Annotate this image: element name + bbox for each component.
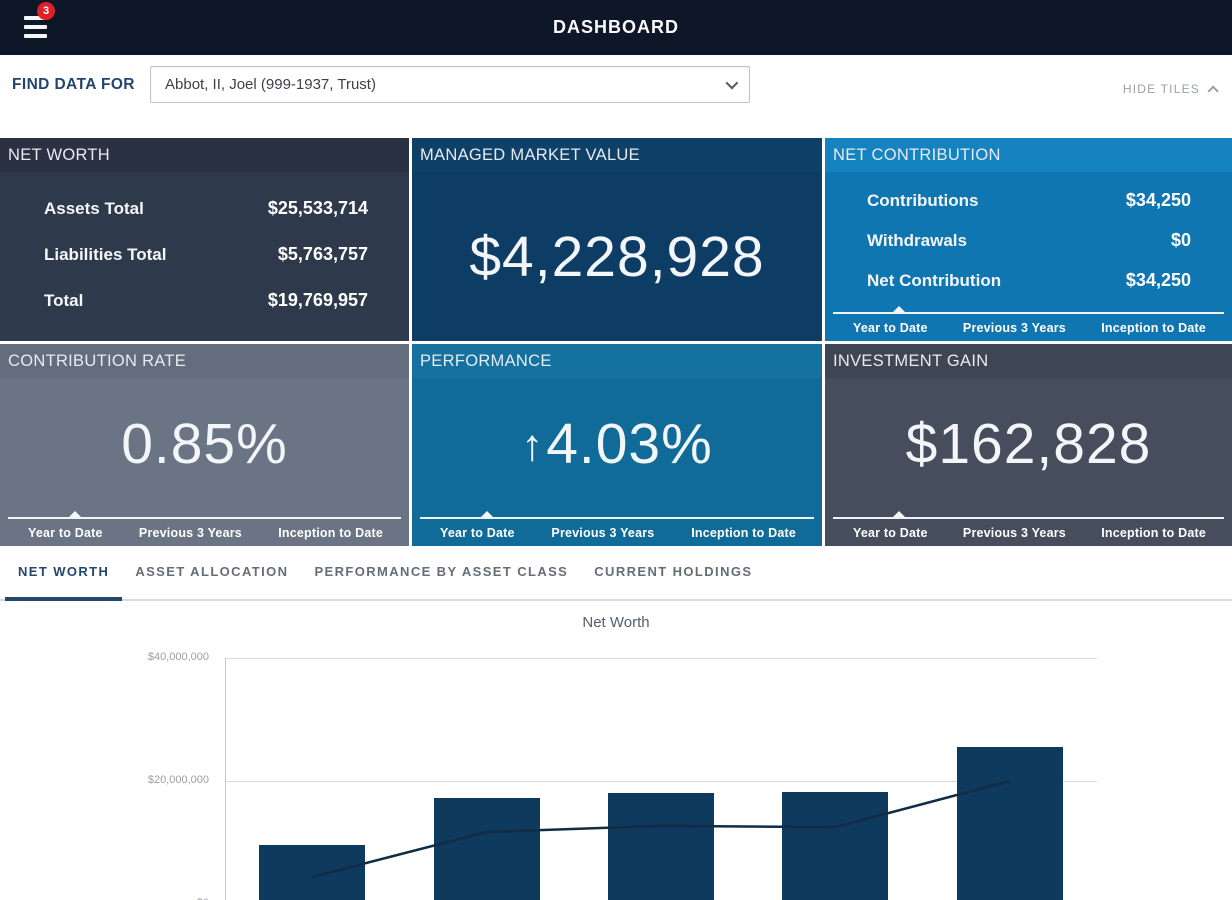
tile-contribution-rate: CONTRIBUTION RATE 0.85% Year to Date Pre… <box>0 344 409 546</box>
period-tab-year-to-date[interactable]: Year to Date <box>440 526 515 540</box>
active-period-indicator <box>893 306 905 312</box>
tab-current-holdings[interactable]: CURRENT HOLDINGS <box>581 546 765 601</box>
row-label: Withdrawals <box>867 231 967 251</box>
period-tab-year-to-date[interactable]: Year to Date <box>853 321 928 335</box>
period-tab-inception-to-date[interactable]: Inception to Date <box>1101 321 1206 335</box>
tab-performance-by-asset-class[interactable]: PERFORMANCE BY ASSET CLASS <box>301 546 581 601</box>
account-select-value: Abbot, II, Joel (999-1937, Trust) <box>165 76 376 93</box>
row-value: $34,250 <box>1126 190 1191 211</box>
period-tab-previous-3-years[interactable]: Previous 3 Years <box>963 526 1066 540</box>
table-row: Assets Total $25,533,714 <box>44 198 368 219</box>
page-title: DASHBOARD <box>0 0 1232 55</box>
tile-net-contribution-body: Contributions $34,250 Withdrawals $0 Net… <box>825 172 1232 341</box>
tile-contribution-rate-title: CONTRIBUTION RATE <box>8 352 186 371</box>
period-tabs: Year to Date Previous 3 Years Inception … <box>412 510 822 546</box>
tile-investment-gain-title: INVESTMENT GAIN <box>833 352 988 371</box>
tile-contribution-rate-body: 0.85% Year to Date Previous 3 Years Ince… <box>0 378 409 546</box>
tab-asset-allocation[interactable]: ASSET ALLOCATION <box>122 546 301 601</box>
find-data-bar: FIND DATA FOR Abbot, II, Joel (999-1937,… <box>0 55 1232 138</box>
net-worth-chart: Net Worth $40,000,000 $20,000,000 $0 <box>0 601 1232 900</box>
tile-net-worth: NET WORTH Assets Total $25,533,714 Liabi… <box>0 138 409 341</box>
period-tabs: Year to Date Previous 3 Years Inception … <box>825 510 1232 546</box>
tile-investment-gain: INVESTMENT GAIN $162,828 Year to Date Pr… <box>825 344 1232 546</box>
tab-net-worth[interactable]: NET WORTH <box>5 546 122 601</box>
period-tab-inception-to-date[interactable]: Inception to Date <box>1101 526 1206 540</box>
period-tab-inception-to-date[interactable]: Inception to Date <box>278 526 383 540</box>
contribution-rate-value: 0.85% <box>121 411 288 477</box>
table-row: Contributions $34,250 <box>867 190 1191 211</box>
tile-managed-header: MANAGED MARKET VALUE <box>412 138 822 172</box>
period-tab-year-to-date[interactable]: Year to Date <box>853 526 928 540</box>
performance-value: 4.03% <box>546 412 713 476</box>
tile-contribution-rate-header: CONTRIBUTION RATE <box>0 344 409 378</box>
account-select[interactable]: Abbot, II, Joel (999-1937, Trust) <box>150 66 750 103</box>
hide-tiles-button[interactable]: HIDE TILES <box>1123 82 1215 96</box>
tile-net-contribution-title: NET CONTRIBUTION <box>833 146 1001 165</box>
content-tab-bar: NET WORTH ASSET ALLOCATION PERFORMANCE B… <box>0 546 1232 601</box>
investment-gain-value: $162,828 <box>906 411 1152 477</box>
row-value: $19,769,957 <box>268 290 368 311</box>
tile-managed-body: $4,228,928 <box>412 172 822 341</box>
tile-managed-market-value: MANAGED MARKET VALUE $4,228,928 <box>412 138 822 341</box>
tile-net-contribution-header: NET CONTRIBUTION <box>825 138 1232 172</box>
tile-performance: PERFORMANCE ↑4.03% Year to Date Previous… <box>412 344 822 546</box>
managed-market-value: $4,228,928 <box>469 224 764 290</box>
line-series <box>0 601 1232 900</box>
up-arrow-icon: ↑ <box>521 421 544 470</box>
net-worth-rows: Assets Total $25,533,714 Liabilities Tot… <box>0 172 409 341</box>
chevron-down-icon <box>726 77 739 90</box>
period-indicator-line <box>833 305 1224 314</box>
dashboard-app: 3 DASHBOARD FIND DATA FOR Abbot, II, Joe… <box>0 0 1232 900</box>
period-tabs: Year to Date Previous 3 Years Inception … <box>0 510 409 546</box>
row-label: Net Contribution <box>867 271 1001 291</box>
period-indicator-line <box>833 510 1224 519</box>
tile-performance-body: ↑4.03% Year to Date Previous 3 Years Inc… <box>412 378 822 546</box>
tile-net-contribution: NET CONTRIBUTION Contributions $34,250 W… <box>825 138 1232 341</box>
row-label: Assets Total <box>44 199 144 219</box>
period-indicator-line <box>8 510 401 519</box>
tile-investment-gain-header: INVESTMENT GAIN <box>825 344 1232 378</box>
row-value: $0 <box>1171 230 1191 251</box>
summary-tiles: NET WORTH Assets Total $25,533,714 Liabi… <box>0 138 1232 546</box>
row-label: Liabilities Total <box>44 245 166 265</box>
row-label: Total <box>44 291 83 311</box>
tile-net-worth-header: NET WORTH <box>0 138 409 172</box>
tile-investment-gain-body: $162,828 Year to Date Previous 3 Years I… <box>825 378 1232 546</box>
table-row: Liabilities Total $5,763,757 <box>44 244 368 265</box>
period-tab-inception-to-date[interactable]: Inception to Date <box>691 526 796 540</box>
row-value: $5,763,757 <box>278 244 368 265</box>
tile-managed-title: MANAGED MARKET VALUE <box>420 146 640 165</box>
tile-net-worth-title: NET WORTH <box>8 146 110 165</box>
table-row: Withdrawals $0 <box>867 230 1191 251</box>
active-period-indicator <box>69 511 81 517</box>
active-period-indicator <box>481 511 493 517</box>
chevron-up-icon <box>1207 85 1218 96</box>
net-contribution-rows: Contributions $34,250 Withdrawals $0 Net… <box>825 172 1232 305</box>
tile-performance-header: PERFORMANCE <box>412 344 822 378</box>
period-tab-previous-3-years[interactable]: Previous 3 Years <box>551 526 654 540</box>
period-tab-previous-3-years[interactable]: Previous 3 Years <box>139 526 242 540</box>
top-nav-bar: 3 DASHBOARD <box>0 0 1232 55</box>
find-data-label-text: FIND DATA FOR <box>12 76 135 93</box>
active-period-indicator <box>893 511 905 517</box>
period-tabs: Year to Date Previous 3 Years Inception … <box>825 305 1232 341</box>
tile-performance-title: PERFORMANCE <box>420 352 552 371</box>
period-tab-previous-3-years[interactable]: Previous 3 Years <box>963 321 1066 335</box>
find-data-label: FIND DATA FOR <box>12 66 135 103</box>
row-value: $34,250 <box>1126 270 1191 291</box>
table-row: Net Contribution $34,250 <box>867 270 1191 291</box>
hide-tiles-label: HIDE TILES <box>1123 82 1200 96</box>
table-row: Total $19,769,957 <box>44 290 368 311</box>
period-tab-year-to-date[interactable]: Year to Date <box>28 526 103 540</box>
tile-net-worth-body: Assets Total $25,533,714 Liabilities Tot… <box>0 172 409 341</box>
row-label: Contributions <box>867 191 978 211</box>
row-value: $25,533,714 <box>268 198 368 219</box>
period-indicator-line <box>420 510 814 519</box>
